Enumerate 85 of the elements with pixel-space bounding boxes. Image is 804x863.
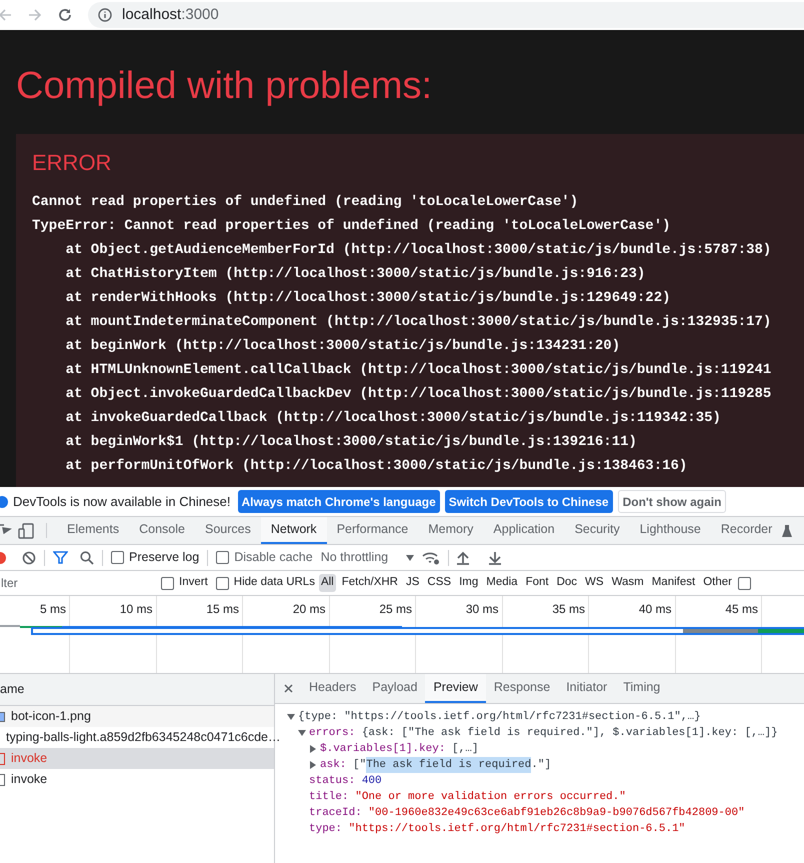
time-tick: 45 ms — [725, 601, 758, 618]
detail-tab[interactable]: Preview — [425, 674, 486, 703]
type-filter-button[interactable]: JS — [404, 574, 422, 592]
checkbox-label: Invert — [179, 575, 208, 590]
time-tick: 35 ms — [552, 601, 585, 618]
json-bracket: ."] — [531, 758, 552, 773]
time-tick: 30 ms — [466, 601, 498, 618]
panel-tab[interactable]: Console — [129, 517, 195, 544]
request-name: typing-balls-light.a859d2fb6345248c0471c6cde… — [6, 729, 281, 746]
request-name: bot-icon-1.png — [11, 708, 91, 726]
detail-tab[interactable]: Timing — [615, 674, 668, 703]
type-filter-button[interactable]: Wasm — [610, 574, 646, 592]
url-text: localhost:3000 — [122, 4, 219, 25]
detail-tab[interactable]: Payload — [364, 674, 426, 703]
error-label: ERROR — [32, 149, 112, 177]
stack-trace-line: at Object.invokeGuardedCallbackDev (http://localhost:3000/static/js/bundle.js:119285 — [64, 385, 772, 404]
stack-trace-line: at ChatHistoryItem (http://localhost:3000/static/js/bundle.js:916:23) — [64, 265, 646, 284]
infobar-button[interactable]: Don't show again — [618, 490, 726, 513]
time-tick: 20 ms — [292, 601, 326, 618]
request-row[interactable]: bot-icon-1.png — [0, 706, 274, 727]
panel-tab[interactable]: Elements — [57, 517, 130, 544]
time-tick: 15 ms — [206, 601, 239, 618]
detail-tab[interactable]: Response — [486, 674, 558, 703]
json-bracket: [" — [353, 758, 366, 773]
time-tick: 40 ms — [638, 601, 672, 618]
type-filter-button[interactable]: Font — [524, 574, 551, 592]
checkbox-label: Preserve log — [129, 549, 200, 566]
stack-trace-line: at beginWork (http://localhost:3000/static/js/bundle.js:134231:20) — [64, 337, 620, 356]
panel-tab[interactable]: Sources — [194, 517, 261, 544]
throttling-dropdown[interactable]: No throttling — [320, 548, 414, 567]
detail-tab[interactable]: Initiator — [558, 674, 616, 703]
json-key: status: — [309, 773, 356, 789]
type-filter-button[interactable]: Other — [701, 574, 734, 592]
name-column-header[interactable]: ame — [0, 674, 274, 706]
time-tick: 25 ms — [379, 601, 412, 618]
json-summary: {ask: ["The ask field is required."], $.variables[1].key: [,…]} — [362, 726, 778, 741]
stack-trace-line: at mountIndeterminateComponent (http://localhost:3000/static/js/bundle.js:132935:17) — [64, 313, 772, 332]
stack-trace-line: at renderWithHooks (http://localhost:3000/static/js/bundle.js:129649:22) — [64, 289, 671, 308]
json-key: type: — [309, 821, 342, 837]
infobar-button[interactable]: Always match Chrome's language — [238, 490, 440, 513]
detail-tab[interactable]: Headers — [301, 674, 364, 703]
infobar-button[interactable]: Switch DevTools to Chinese — [444, 490, 613, 513]
json-key: ask: — [320, 757, 346, 773]
request-name: invoke — [11, 771, 48, 788]
checkbox-label: Hide data URLs — [234, 575, 315, 590]
type-filter-button[interactable]: WS — [583, 574, 606, 592]
time-tick: 10 ms — [120, 601, 152, 618]
stack-trace-line: TypeError: Cannot read properties of undefined (reading 'toLocaleLowerCase') — [32, 217, 671, 236]
json-summary: [,…] — [452, 742, 478, 757]
stack-trace-line: at Object.getAudienceMemberForId (http://localhost:3000/static/js/bundle.js:5787:38) — [64, 241, 772, 260]
json-value: "https://tools.ietf.org/html/rfc7231#section-6.5.1" — [348, 822, 686, 837]
type-filter-button[interactable]: All — [318, 574, 336, 592]
panel-tab[interactable]: Security — [564, 517, 630, 544]
panel-tab[interactable]: Performance — [326, 517, 418, 544]
type-filter-button[interactable]: Img — [457, 574, 480, 592]
json-key: $.variables[1].key: — [320, 741, 446, 757]
error-message: Cannot read properties of undefined (reading 'toLocaleLowerCase') — [32, 193, 578, 212]
stack-trace-line: at performUnitOfWork (http://localhost:3000/static/js/bundle.js:138463:16) — [64, 457, 688, 476]
json-key: errors: — [309, 725, 356, 741]
json-key: traceId: — [309, 805, 362, 821]
json-summary: {type: "https://tools.ietf.org/html/rfc7231#section-6.5.1",…} — [298, 710, 701, 725]
panel-tab[interactable]: Lighthouse — [630, 517, 711, 544]
overlay-title: Compiled with problems: — [16, 64, 432, 109]
stack-trace-line: at invokeGuardedCallback (http://localhost:3000/static/js/bundle.js:119342:35) — [64, 409, 721, 428]
json-key: title: — [309, 789, 349, 805]
type-filter-button[interactable]: Fetch/XHR — [340, 574, 400, 592]
type-filter-button[interactable]: Doc — [554, 574, 580, 592]
json-value: "One or more validation errors occurred." — [355, 790, 626, 805]
panel-tab[interactable]: Recorder — [710, 517, 782, 544]
panel-tab[interactable]: Network — [260, 517, 327, 544]
infobar-message: DevTools is now available in Chinese! — [13, 492, 231, 511]
stack-trace-line: at beginWork$1 (http://localhost:3000/static/js/bundle.js:139216:11) — [64, 433, 637, 452]
request-name: invoke — [11, 750, 48, 768]
panel-tab[interactable]: Application — [483, 517, 565, 544]
type-filter-button[interactable]: Media — [484, 574, 520, 592]
stack-trace-line: at HTMLUnknownElement.callCallback (http://localhost:3000/static/js/bundle.js:119241 — [64, 361, 772, 380]
panel-tab[interactable]: Memory — [418, 517, 484, 544]
type-filter-button[interactable]: CSS — [425, 574, 454, 592]
json-value: 400 — [362, 774, 382, 789]
json-value: "00-1960e832e49c63ce6abf91eb26c8b9a9-b9076d567fb42809-00" — [368, 806, 745, 821]
selected-text: The ask field is required — [366, 757, 532, 773]
time-tick: 5 ms — [40, 601, 66, 618]
address-bar[interactable]: localhost:3000 — [88, 2, 804, 28]
type-filter-button[interactable]: Manifest — [650, 574, 698, 592]
checkbox-label: Disable cache — [234, 549, 313, 566]
